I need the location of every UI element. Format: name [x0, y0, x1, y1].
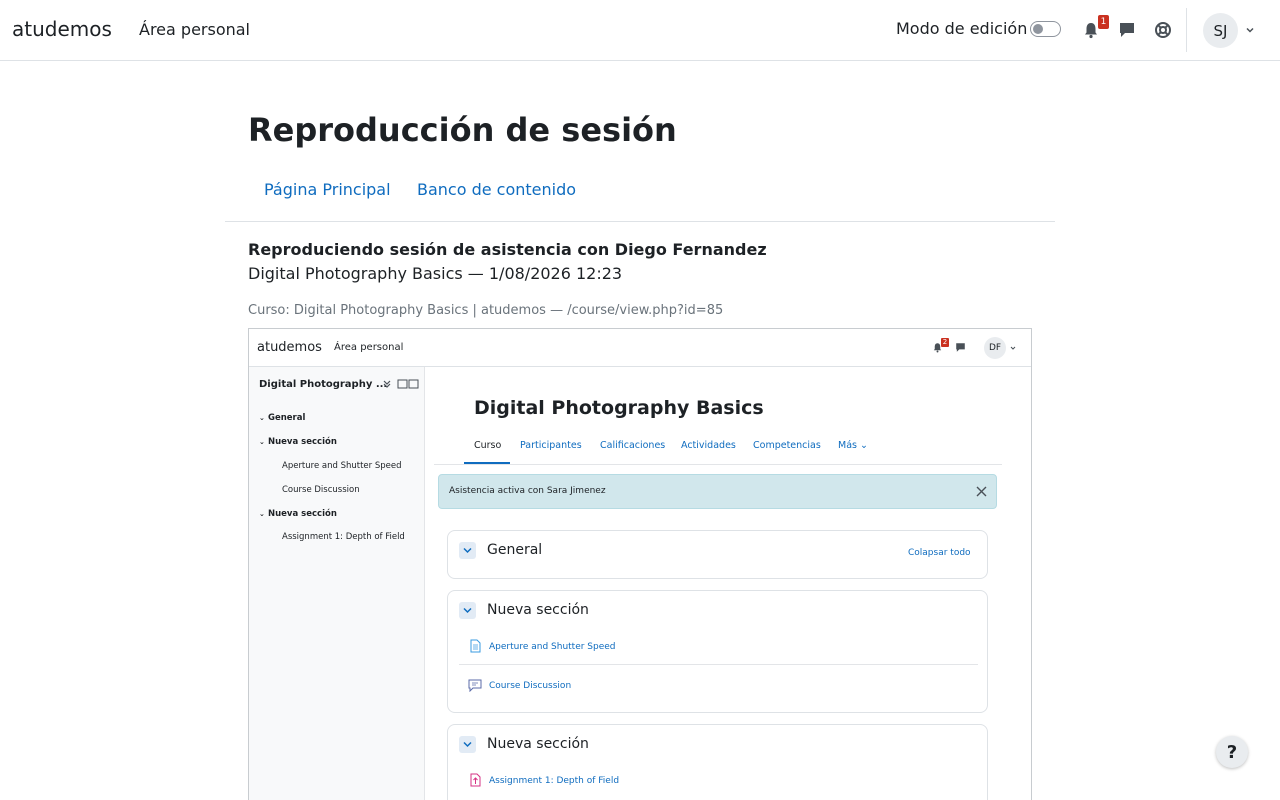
replay-section-card: Nueva sección Aperture and Shutter Speed…	[447, 590, 988, 713]
chevron-down-icon	[459, 736, 476, 753]
replay-course-title: Digital Photography Basics	[474, 397, 764, 419]
close-icon	[976, 486, 987, 497]
chevron-down-icon	[459, 602, 476, 619]
help-button[interactable]: ?	[1216, 736, 1248, 768]
replay-section-title: Nueva sección	[487, 602, 589, 618]
close-drawer-icon	[397, 379, 419, 389]
replay-activity-link: Assignment 1: Depth of Field	[489, 776, 620, 786]
chevron-down-icon	[1010, 346, 1016, 350]
nav-personal-area[interactable]: Área personal	[139, 20, 250, 39]
replay-brand: atudemos	[257, 340, 322, 355]
replay-tab-participants: Participantes	[520, 440, 582, 451]
message-icon[interactable]	[1118, 21, 1136, 39]
nav-divider	[1186, 8, 1187, 52]
replay-tab-more: Más ⌄	[838, 440, 868, 451]
course-path: Curso: Digital Photography Basics | atud…	[248, 303, 724, 318]
replay-collapse-all: Colapsar todo	[908, 548, 971, 558]
replay-alert-text: Asistencia activa con Sara Jimenez	[449, 486, 606, 496]
chevron-down-icon	[459, 542, 476, 559]
replay-index-activity: Course Discussion	[282, 485, 360, 495]
edit-mode-label: Modo de edición	[896, 19, 1028, 38]
replay-section-title: General	[487, 542, 543, 558]
replay-activity-divider	[459, 664, 978, 665]
assignment-icon	[470, 773, 481, 787]
chevron-down-icon[interactable]	[1244, 24, 1256, 36]
replay-navbar: atudemos Área personal 2 DF	[249, 329, 1031, 367]
tab-content-bank[interactable]: Banco de contenido	[417, 180, 576, 199]
edit-mode-toggle[interactable]	[1030, 21, 1061, 37]
replay-activity-link: Course Discussion	[489, 681, 572, 691]
replay-tabs-divider	[434, 464, 1002, 465]
replay-tab-grades: Calificaciones	[600, 440, 666, 451]
replay-section-card: Nueva sección Assignment 1: Depth of Fie…	[447, 724, 988, 800]
replay-index-section: ⌄ Nueva sección	[259, 437, 337, 447]
replay-tab-course: Curso	[474, 440, 502, 451]
session-subheading: Digital Photography Basics — 1/08/2026 1…	[248, 264, 623, 283]
replay-user-avatar: DF	[984, 337, 1006, 359]
help-lifebuoy-icon[interactable]	[1154, 21, 1172, 39]
page-icon	[470, 639, 481, 653]
replay-section-card: General Colapsar todo	[447, 530, 988, 579]
session-replay-frame: atudemos Área personal 2 DF Digital Phot…	[248, 328, 1032, 800]
replay-activity-link: Aperture and Shutter Speed	[489, 642, 616, 652]
replay-index-activity: Aperture and Shutter Speed	[282, 461, 402, 471]
notifications-badge: 1	[1098, 15, 1109, 29]
replay-index-section: ⌄ General	[259, 413, 306, 423]
user-avatar[interactable]: SJ	[1203, 13, 1238, 48]
replay-index-section: ⌄ Nueva sección	[259, 509, 337, 519]
tabs-divider	[225, 221, 1055, 222]
replay-personal-area: Área personal	[334, 342, 404, 353]
page-title: Reproducción de sesión	[248, 111, 677, 149]
session-heading: Reproduciendo sesión de asistencia con D…	[248, 240, 767, 259]
replay-info-alert: Asistencia activa con Sara Jimenez	[438, 474, 997, 509]
forum-icon	[468, 679, 482, 692]
replay-tab-activities: Actividades	[681, 440, 736, 451]
replay-drawer-title: Digital Photography ...	[259, 379, 388, 390]
replay-course-index: Digital Photography ... ⌄ General ⌄ Nueva …	[249, 367, 425, 800]
message-icon	[956, 343, 965, 352]
replay-notifications-badge: 2	[941, 338, 949, 347]
replay-section-title: Nueva sección	[487, 736, 589, 752]
top-navbar: atudemos Área personal Modo de edición 1…	[0, 0, 1280, 61]
collapse-all-icon	[383, 380, 391, 388]
site-brand[interactable]: atudemos	[12, 17, 112, 41]
tab-home[interactable]: Página Principal	[264, 180, 391, 199]
replay-tab-competencies: Competencias	[753, 440, 821, 451]
replay-index-activity: Assignment 1: Depth of Field	[282, 532, 405, 542]
